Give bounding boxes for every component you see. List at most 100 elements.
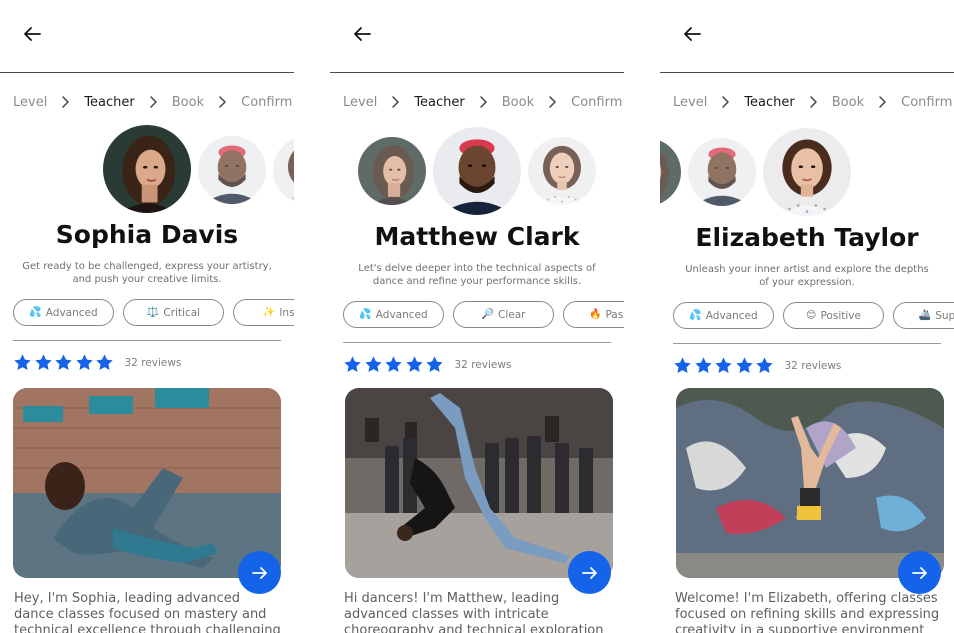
tag-list: 💦Advanced 🔎Clear 🔥Passio: [343, 301, 624, 328]
dance-photo: [345, 388, 613, 578]
teacher-bio: Hi dancers! I'm Matthew, leading advance…: [344, 591, 604, 633]
step-book[interactable]: Book: [832, 95, 864, 110]
sparkles-icon: ✨: [262, 307, 276, 318]
star-icon: [384, 355, 403, 374]
teacher-screen-sophia: Level Teacher Book Confirm Sophia Davis …: [0, 0, 294, 633]
chevron-right-icon: [548, 96, 557, 108]
teacher-name: Elizabeth Taylor: [695, 223, 919, 252]
next-button[interactable]: [238, 551, 281, 594]
step-confirm[interactable]: Confirm: [241, 95, 292, 110]
rating: 32 reviews: [673, 356, 841, 375]
chevron-right-icon: [809, 96, 818, 108]
section-divider: [673, 343, 941, 344]
star-icon: [75, 353, 94, 372]
tag-label: Passio: [605, 308, 624, 321]
tag-chip[interactable]: 🔥Passio: [563, 301, 624, 328]
star-icon: [13, 353, 32, 372]
chevron-right-icon: [391, 96, 400, 108]
avatar-selected[interactable]: [433, 127, 521, 215]
star-icon: [405, 355, 424, 374]
tag-list: 💦Advanced 😊Positive 🚢Suppo: [673, 302, 954, 329]
back-arrow-icon[interactable]: [350, 22, 374, 46]
tag-label: Advanced: [45, 306, 98, 319]
avatar-next[interactable]: [528, 137, 596, 205]
step-level[interactable]: Level: [13, 95, 47, 110]
star-icon: [694, 356, 713, 375]
star-icon: [364, 355, 383, 374]
avatar-next[interactable]: [198, 136, 266, 204]
tag-label: Clear: [497, 308, 526, 321]
header-divider: [0, 72, 294, 73]
review-count[interactable]: 32 reviews: [125, 357, 182, 369]
chevron-right-icon: [149, 96, 158, 108]
tag-chip[interactable]: 💦 Advanced: [673, 302, 774, 329]
step-book[interactable]: Book: [172, 95, 204, 110]
star-icon: [735, 356, 754, 375]
header-divider: [330, 72, 624, 73]
avatar-previous[interactable]: [358, 137, 426, 205]
teacher-description: Get ready to be challenged, express your…: [22, 261, 272, 285]
step-teacher[interactable]: Teacher: [414, 95, 464, 110]
ship-icon: 🚢: [918, 310, 932, 321]
step-teacher[interactable]: Teacher: [84, 95, 134, 110]
smiley-icon: 😊: [806, 310, 817, 321]
star-icon: [673, 356, 692, 375]
star-icon: [425, 355, 444, 374]
step-confirm[interactable]: Confirm: [901, 95, 952, 110]
teacher-bio: Hey, I'm Sophia, leading advanced dance …: [14, 591, 281, 633]
stepper-breadcrumb: Level Teacher Book Confirm: [343, 91, 622, 113]
step-level[interactable]: Level: [673, 95, 707, 110]
teacher-name: Sophia Davis: [55, 220, 239, 249]
tag-label: Positive: [820, 309, 861, 322]
teacher-description: Let's delve deeper into the technical as…: [358, 263, 596, 287]
sweat-drops-icon: 💦: [359, 309, 372, 320]
avatar-selected[interactable]: [763, 128, 851, 216]
star-icon: [95, 353, 114, 372]
avatar-selected[interactable]: [103, 125, 191, 213]
chevron-right-icon: [721, 96, 730, 108]
step-confirm[interactable]: Confirm: [571, 95, 622, 110]
arrow-right-icon: [251, 564, 269, 582]
chevron-right-icon: [61, 96, 70, 108]
dance-photo: [676, 388, 944, 578]
next-button[interactable]: [898, 551, 941, 594]
tag-chip[interactable]: 💦 Advanced: [343, 301, 444, 328]
tag-label: Advanced: [705, 309, 758, 322]
magnifier-icon: 🔎: [481, 309, 494, 320]
tag-chip[interactable]: 😊 Positive: [783, 302, 884, 329]
stepper-breadcrumb: Level Teacher Book Confirm: [673, 91, 952, 113]
tag-chip[interactable]: 💦 Advanced: [13, 299, 114, 326]
teacher-bio: Welcome! I'm Elizabeth, offering classes…: [675, 591, 940, 633]
tag-chip[interactable]: ✨Inspi: [233, 299, 294, 326]
chevron-right-icon: [479, 96, 488, 108]
star-icon: [54, 353, 73, 372]
step-book[interactable]: Book: [502, 95, 534, 110]
back-arrow-icon[interactable]: [680, 22, 704, 46]
sweat-drops-icon: 💦: [29, 307, 42, 318]
back-arrow-icon[interactable]: [20, 22, 44, 46]
tag-label: Inspi: [279, 306, 294, 319]
star-icon: [343, 355, 362, 374]
arrow-right-icon: [581, 564, 599, 582]
next-button[interactable]: [568, 551, 611, 594]
review-count[interactable]: 32 reviews: [785, 360, 842, 372]
avatar-previous[interactable]: [688, 138, 756, 206]
balance-scale-icon: ⚖️: [146, 307, 160, 318]
stepper-breadcrumb: Level Teacher Book Confirm: [13, 91, 292, 113]
avatar-previous-2[interactable]: [660, 138, 681, 206]
tag-chip[interactable]: ⚖️ Critical: [123, 299, 224, 326]
star-icon: [34, 353, 53, 372]
section-divider: [343, 342, 611, 343]
rating: 32 reviews: [343, 355, 511, 374]
review-count[interactable]: 32 reviews: [455, 359, 512, 371]
tag-chip[interactable]: 🚢Suppo: [893, 302, 954, 329]
step-level[interactable]: Level: [343, 95, 377, 110]
avatar-next-2[interactable]: [273, 136, 294, 204]
tag-label: Critical: [163, 306, 201, 319]
header-divider: [660, 72, 954, 73]
chevron-right-icon: [218, 96, 227, 108]
tag-chip[interactable]: 🔎 Clear: [453, 301, 554, 328]
teacher-name: Matthew Clark: [374, 222, 580, 251]
step-teacher[interactable]: Teacher: [744, 95, 794, 110]
teacher-screen-matthew: Level Teacher Book Confirm Matthew Clark…: [330, 0, 624, 633]
